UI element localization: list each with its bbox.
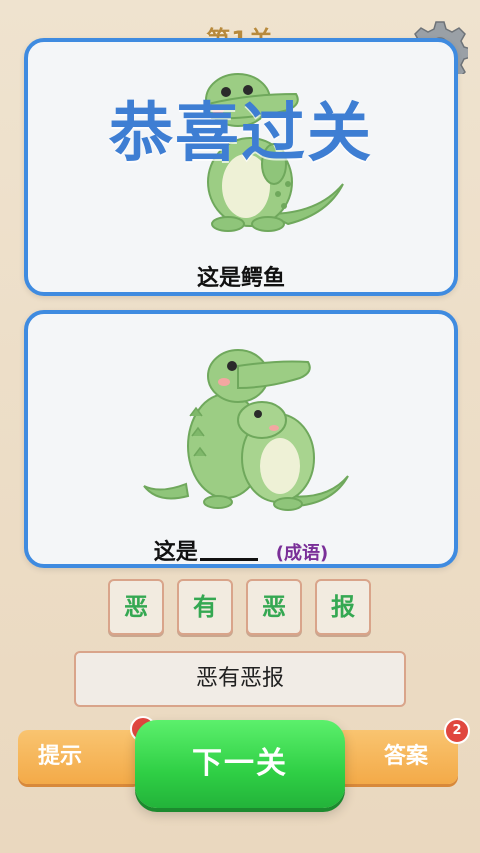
question-card-bottom: 这是 (成语)	[24, 310, 458, 568]
idiom-hint: (成语)	[275, 543, 329, 564]
next-level-button[interactable]: 下一关	[135, 720, 345, 808]
char-tile-3[interactable]: 恶	[246, 579, 302, 635]
two-crocodiles-illustration	[143, 349, 349, 511]
top-caption: 这是鳄鱼	[196, 266, 285, 291]
char-tile-4[interactable]: 报	[315, 579, 371, 635]
congrats-overlay: 恭喜过关	[109, 97, 373, 171]
question-card-top: 恭喜过关 这是鳄鱼	[24, 38, 458, 296]
answer-blank	[199, 558, 258, 561]
caption-prefix: 这是	[153, 540, 198, 565]
bottom-caption: 这是 (成语)	[28, 534, 454, 565]
answer-badge: 2	[444, 718, 470, 744]
answer-button[interactable]: 答案	[334, 730, 458, 784]
char-tile-2[interactable]: 有	[177, 579, 233, 635]
hint-button[interactable]: 提示	[18, 730, 142, 784]
answer-display: 恶有恶报	[74, 651, 406, 707]
char-tile-1[interactable]: 恶	[108, 579, 164, 635]
